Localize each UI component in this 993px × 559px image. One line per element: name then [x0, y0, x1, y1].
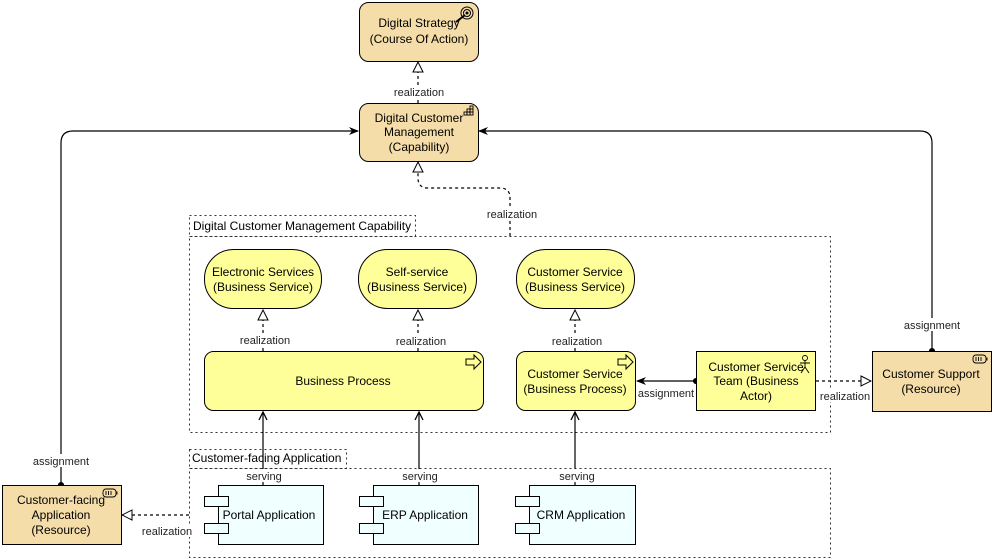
node-customer-facing-app-resource[interactable]: Customer-facing Application (Resource)	[2, 485, 122, 545]
edge-team-csp[interactable]: assignment	[636, 377, 700, 400]
svg-text:(Resource): (Resource)	[31, 523, 90, 537]
svg-text:assignment: assignment	[33, 456, 89, 468]
node-crm-application[interactable]: CRM Application	[515, 485, 636, 545]
svg-text:Self-service: Self-service	[386, 265, 449, 279]
svg-text:(Course Of Action): (Course Of Action)	[370, 32, 469, 46]
group-application-label: Customer-facing Application	[192, 451, 341, 465]
svg-text:ERP Application: ERP Application	[382, 508, 468, 522]
node-digital-customer-management[interactable]: Digital Customer Management (Capability)	[359, 103, 479, 162]
diagram-canvas: Digital Customer Management Capability C…	[0, 0, 993, 559]
node-customer-service[interactable]: Customer Service (Business Service)	[516, 249, 635, 309]
svg-text:Digital Strategy: Digital Strategy	[378, 16, 459, 30]
node-self-service[interactable]: Self-service (Business Service)	[358, 249, 477, 309]
svg-text:realization: realization	[820, 391, 870, 403]
svg-text:Business Process: Business Process	[295, 374, 390, 388]
svg-text:realization: realization	[487, 209, 537, 221]
node-business-process[interactable]: Business Process	[204, 351, 484, 411]
node-electronic-services[interactable]: Electronic Services (Business Service)	[204, 249, 322, 309]
svg-text:realization: realization	[142, 526, 192, 538]
edge-csp-cs[interactable]: realization	[550, 310, 604, 351]
edge-crm-csp[interactable]: serving	[557, 412, 597, 485]
svg-text:Application: Application	[32, 508, 91, 522]
node-erp-application[interactable]: ERP Application	[359, 485, 479, 545]
node-portal-application[interactable]: Portal Application	[204, 485, 324, 545]
svg-text:Customer Support: Customer Support	[882, 367, 980, 381]
edge-support-dcm[interactable]: assignment	[478, 127, 964, 355]
edge-team-support[interactable]: realization	[816, 381, 872, 403]
svg-text:assignment: assignment	[904, 320, 960, 332]
svg-text:(Business Service): (Business Service)	[213, 280, 313, 294]
edge-erp-bp[interactable]: serving	[400, 412, 440, 485]
svg-text:realization: realization	[240, 335, 290, 347]
svg-text:serving: serving	[246, 471, 281, 483]
svg-text:realization: realization	[396, 336, 446, 348]
node-customer-support[interactable]: Customer Support (Resource)	[872, 351, 992, 412]
edge-cfapp-dcm[interactable]: assignment	[31, 127, 359, 489]
edge-bp-es[interactable]: realization	[238, 310, 292, 351]
svg-text:Customer-facing: Customer-facing	[17, 493, 105, 507]
svg-text:Electronic Services: Electronic Services	[212, 265, 314, 279]
group-capability-label: Digital Customer Management Capability	[193, 219, 411, 233]
svg-text:(Business Service): (Business Service)	[525, 280, 625, 294]
svg-text:Team (Business: Team (Business	[713, 374, 798, 388]
svg-text:serving: serving	[559, 471, 594, 483]
svg-text:Actor): Actor)	[740, 389, 772, 403]
svg-text:realization: realization	[552, 336, 602, 348]
svg-text:Customer Service: Customer Service	[527, 367, 623, 381]
edge-bp-ss[interactable]: realization	[394, 310, 448, 351]
svg-text:Digital Customer: Digital Customer	[375, 111, 464, 125]
svg-text:Management: Management	[384, 125, 455, 139]
edge-dcm-ds[interactable]: realization	[392, 62, 446, 103]
edge-group-dcm[interactable]: realization	[418, 162, 539, 236]
svg-text:CRM Application: CRM Application	[537, 508, 626, 522]
edge-appgroup-cfapp[interactable]: realization	[122, 515, 194, 538]
svg-text:serving: serving	[402, 471, 437, 483]
svg-text:Customer Service: Customer Service	[527, 265, 623, 279]
edge-portal-bp[interactable]: serving	[244, 412, 284, 485]
svg-text:Customer Service: Customer Service	[708, 360, 804, 374]
svg-text:(Resource): (Resource)	[901, 382, 960, 396]
svg-text:assignment: assignment	[638, 388, 694, 400]
svg-text:Portal Application: Portal Application	[223, 508, 316, 522]
svg-text:(Business Process): (Business Process)	[523, 382, 626, 396]
node-digital-strategy[interactable]: Digital Strategy (Course Of Action)	[359, 2, 479, 62]
node-cs-process[interactable]: Customer Service (Business Process)	[516, 351, 636, 411]
node-cs-team[interactable]: Customer Service Team (Business Actor)	[696, 351, 816, 411]
svg-text:(Capability): (Capability)	[389, 140, 450, 154]
svg-text:realization: realization	[394, 87, 444, 99]
svg-text:(Business Service): (Business Service)	[367, 280, 467, 294]
